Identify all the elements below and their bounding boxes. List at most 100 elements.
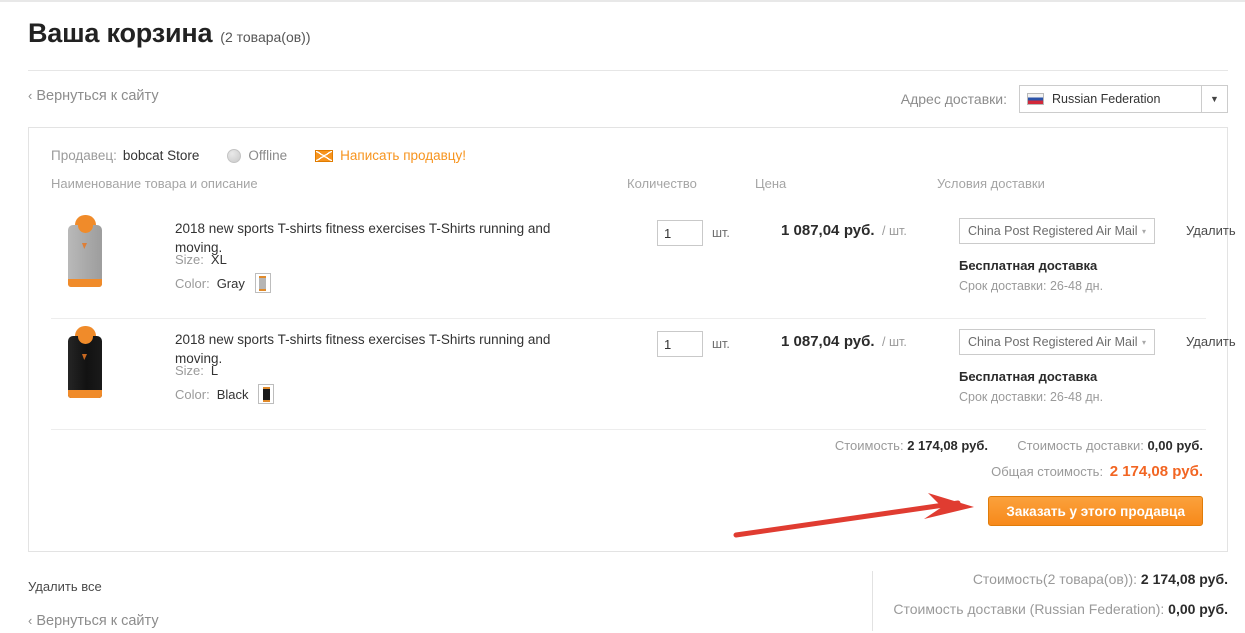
price-value: 1 087,04 <box>781 333 840 350</box>
quantity-control: шт. <box>657 220 730 246</box>
order-from-seller-button[interactable]: Заказать у этого продавца <box>988 496 1203 526</box>
color-value: Gray <box>216 275 245 291</box>
message-seller-label: Написать продавцу! <box>340 148 467 163</box>
black-color-swatch-icon <box>258 384 275 404</box>
back-to-site-label: Вернуться к сайту <box>36 613 159 629</box>
table-column-headers: Наименование товара и описание Количеств… <box>29 176 1227 204</box>
shipping-cost-value: 0,00 руб. <box>1147 438 1203 453</box>
chevron-down-icon: ▾ <box>1141 226 1146 236</box>
seller-status-label: Offline <box>248 148 288 163</box>
unit-price: 1 087,04 руб. / шт. <box>781 333 907 351</box>
column-header-price: Цена <box>755 176 787 191</box>
back-to-site-link-top[interactable]: ‹ Вернуться к сайту <box>28 88 159 104</box>
product-size: Size: XL <box>175 252 227 267</box>
product-thumbnail[interactable] <box>61 324 109 404</box>
seller-totals: Стоимость: 2 174,08 руб. Стоимость доста… <box>835 438 1203 480</box>
shipping-method-select[interactable]: China Post Registered Air Mail ▾ <box>959 329 1155 355</box>
column-header-shipping: Условия доставки <box>937 176 1045 191</box>
grand-total-label: Общая стоимость: <box>991 464 1104 479</box>
seller-cart-card: Продавец: bobcat Store Offline Написать … <box>28 127 1236 552</box>
item-count: (2 товара(ов)) <box>220 29 311 45</box>
seller-info-row: Продавец: bobcat Store Offline Написать … <box>51 148 466 163</box>
message-seller-link[interactable]: Написать продавцу! <box>315 148 466 163</box>
shipping-options: China Post Registered Air Mail ▾ Бесплат… <box>959 329 1169 404</box>
shipping-time-label: Срок доставки: 26-48 дн. <box>959 390 1104 404</box>
gray-color-swatch-icon <box>254 273 271 293</box>
cart-summary: Стоимость(2 товара(ов)): 2 174,08 руб. С… <box>872 571 1228 631</box>
unit-price: 1 087,04 руб. / шт. <box>781 222 907 240</box>
delete-item-link[interactable]: Удалить <box>1186 223 1236 238</box>
shipping-method-value: China Post Registered Air Mail <box>968 224 1138 238</box>
country-select-value: Russian Federation <box>1052 92 1161 106</box>
page-title: Ваша корзина <box>28 18 213 48</box>
seller-status-badge: Offline <box>227 148 287 163</box>
table-row: 2018 new sports T-shirts fitness exercis… <box>29 319 1236 429</box>
shipping-time-label: Срок доставки: 26-48 дн. <box>959 279 1104 293</box>
back-to-site-link-bottom[interactable]: ‹ Вернуться к сайту <box>28 613 159 629</box>
shipping-options: China Post Registered Air Mail ▾ Бесплат… <box>959 218 1169 293</box>
seller-name[interactable]: bobcat Store <box>123 148 200 163</box>
shipping-method-value: China Post Registered Air Mail <box>968 335 1138 349</box>
quantity-control: шт. <box>657 331 730 357</box>
price-currency: руб. <box>843 333 875 350</box>
black-hooded-tank-top-icon <box>61 324 109 404</box>
color-value: Black <box>216 386 249 402</box>
russia-flag-icon <box>1027 93 1044 105</box>
product-name[interactable]: 2018 new sports T-shirts fitness exercis… <box>175 220 595 258</box>
size-label: Size: <box>175 363 204 378</box>
column-header-quantity: Количество <box>627 176 697 191</box>
summary-line-subtotal: Стоимость(2 товара(ов)): 2 174,08 руб. <box>893 571 1228 587</box>
free-shipping-label: Бесплатная доставка <box>959 369 1098 384</box>
color-label: Color: <box>175 386 210 402</box>
grand-total-value: 2 174,08 руб. <box>1109 463 1203 480</box>
table-row: 2018 new sports T-shirts fitness exercis… <box>29 208 1236 318</box>
chevron-left-icon: ‹ <box>28 88 33 103</box>
product-color: Color: Black <box>175 384 275 404</box>
price-per-unit: / шт. <box>882 224 907 238</box>
chevron-left-icon: ‹ <box>28 613 33 628</box>
country-select[interactable]: Russian Federation ▼ <box>1019 85 1228 113</box>
delete-all-link[interactable]: Удалить все <box>28 579 102 594</box>
summary-subtotal-label: Стоимость(2 товара(ов)): <box>972 571 1138 587</box>
delivery-address-section: Адрес доставки: Russian Federation ▼ <box>901 85 1228 113</box>
chevron-down-icon: ▾ <box>1141 337 1146 347</box>
page-header: Ваша корзина (2 товара(ов)) <box>28 18 311 49</box>
color-label: Color: <box>175 275 210 291</box>
shipping-method-select[interactable]: China Post Registered Air Mail ▾ <box>959 218 1155 244</box>
size-value: XL <box>210 252 227 267</box>
subtotal-value: 2 174,08 руб. <box>907 438 989 453</box>
back-to-site-label: Вернуться к сайту <box>36 88 159 104</box>
subtotal-label: Стоимость: <box>834 438 904 453</box>
quantity-input[interactable] <box>657 220 703 246</box>
summary-subtotal-value: 2 174,08 руб. <box>1140 571 1228 587</box>
product-name[interactable]: 2018 new sports T-shirts fitness exercis… <box>175 331 595 369</box>
offline-dot-icon <box>227 148 242 163</box>
product-size: Size: L <box>175 363 218 378</box>
price-per-unit: / шт. <box>882 335 907 349</box>
size-value: L <box>210 363 219 378</box>
totals-line-subtotal: Стоимость: 2 174,08 руб. Стоимость доста… <box>835 438 1203 453</box>
product-color: Color: Gray <box>175 273 271 293</box>
size-label: Size: <box>175 252 204 267</box>
summary-shipping-value: 0,00 руб. <box>1168 601 1228 617</box>
totals-line-grand: Общая стоимость: 2 174,08 руб. <box>835 463 1203 480</box>
summary-shipping-label: Стоимость доставки (Russian Federation): <box>893 601 1165 617</box>
product-thumbnail[interactable] <box>61 213 109 293</box>
summary-line-shipping: Стоимость доставки (Russian Federation):… <box>893 601 1228 617</box>
price-value: 1 087,04 <box>781 222 840 239</box>
column-header-name: Наименование товара и описание <box>51 176 258 191</box>
gray-hooded-tank-top-icon <box>61 213 109 293</box>
shipping-cost-label: Стоимость доставки: <box>1017 438 1144 453</box>
chevron-down-icon[interactable]: ▼ <box>1201 86 1227 112</box>
header-divider <box>28 70 1228 71</box>
free-shipping-label: Бесплатная доставка <box>959 258 1098 273</box>
quantity-input[interactable] <box>657 331 703 357</box>
delete-item-link[interactable]: Удалить <box>1186 334 1236 349</box>
quantity-unit: шт. <box>712 337 730 351</box>
cart-page: Ваша корзина (2 товара(ов)) ‹ Вернуться к… <box>0 0 1245 633</box>
row-divider <box>51 429 1206 430</box>
seller-label: Продавец: <box>51 148 117 163</box>
price-currency: руб. <box>843 222 875 239</box>
delivery-address-label: Адрес доставки: <box>900 91 1007 107</box>
quantity-unit: шт. <box>712 226 730 240</box>
